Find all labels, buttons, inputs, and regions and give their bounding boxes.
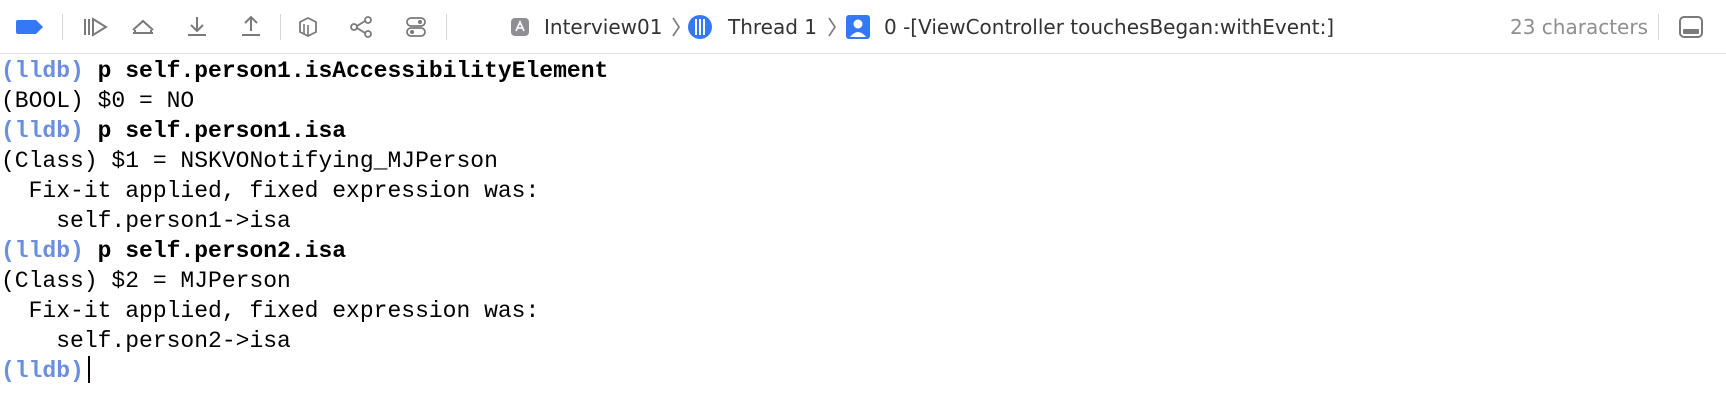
console-line: (BOOL) $0 = NO	[1, 86, 1726, 116]
hide-panel-icon[interactable]	[1676, 13, 1706, 41]
toolbar-divider	[446, 14, 447, 40]
console-output: Fix-it applied, fixed expression was:	[1, 178, 540, 204]
lldb-prompt: (lldb)	[1, 118, 84, 144]
lldb-prompt: (lldb)	[1, 58, 84, 84]
console-line: (lldb) p self.person1.isa	[1, 116, 1726, 146]
app-target-icon	[505, 13, 535, 41]
console-line: (Class) $2 = MJPerson	[1, 266, 1726, 296]
toolbar-divider	[1658, 14, 1659, 40]
console-line: self.person1->isa	[1, 206, 1726, 236]
step-out-icon[interactable]	[236, 13, 266, 41]
console-line: Fix-it applied, fixed expression was:	[1, 176, 1726, 206]
view-hierarchy-icon[interactable]	[293, 13, 323, 41]
console-line: Fix-it applied, fixed expression was:	[1, 296, 1726, 326]
chevron-right-icon	[670, 13, 682, 41]
console-command: p self.person2.isa	[83, 238, 347, 264]
console-line: (lldb) p self.person1.isAccessibilityEle…	[1, 56, 1726, 86]
console-command: p self.person1.isAccessibilityElement	[83, 58, 609, 84]
console-output: self.person1->isa	[1, 208, 291, 234]
character-count: 23 characters	[1510, 15, 1648, 39]
console-output: (BOOL) $0 = NO	[1, 88, 195, 114]
toolbar-divider	[62, 14, 63, 40]
console-output: self.person2->isa	[1, 328, 291, 354]
chevron-right-icon	[826, 13, 838, 41]
step-over-icon[interactable]	[128, 13, 158, 41]
console-line: (lldb) p self.person2.isa	[1, 236, 1726, 266]
environment-overrides-icon[interactable]	[401, 13, 431, 41]
console-input-line[interactable]: (lldb)	[1, 356, 1726, 386]
console-line: self.person2->isa	[1, 326, 1726, 356]
debug-toolbar: Interview01 Thread 1 0 -[ViewController …	[0, 0, 1726, 54]
lldb-prompt: (lldb)	[1, 358, 84, 384]
toolbar-divider	[280, 14, 281, 40]
breadcrumb-frame[interactable]: 0 -[ViewController touchesBegan:withEven…	[884, 13, 1334, 41]
thread-icon	[685, 13, 715, 41]
continue-execution-icon[interactable]	[80, 13, 110, 41]
breadcrumb-app[interactable]: Interview01	[544, 13, 662, 41]
lldb-console[interactable]: (lldb) p self.person1.isAccessibilityEle…	[0, 56, 1726, 414]
breakpoint-toggle-icon[interactable]	[10, 13, 50, 41]
breadcrumb-thread[interactable]: Thread 1	[728, 13, 817, 41]
memory-graph-icon[interactable]	[347, 13, 377, 41]
text-cursor	[87, 356, 90, 383]
console-command: p self.person1.isa	[83, 118, 347, 144]
lldb-prompt: (lldb)	[1, 238, 84, 264]
console-output: (Class) $2 = MJPerson	[1, 268, 291, 294]
user-frame-icon	[843, 13, 873, 41]
console-output: Fix-it applied, fixed expression was:	[1, 298, 540, 324]
console-line: (Class) $1 = NSKVONotifying_MJPerson	[1, 146, 1726, 176]
console-output: (Class) $1 = NSKVONotifying_MJPerson	[1, 148, 498, 174]
step-into-icon[interactable]	[182, 13, 212, 41]
